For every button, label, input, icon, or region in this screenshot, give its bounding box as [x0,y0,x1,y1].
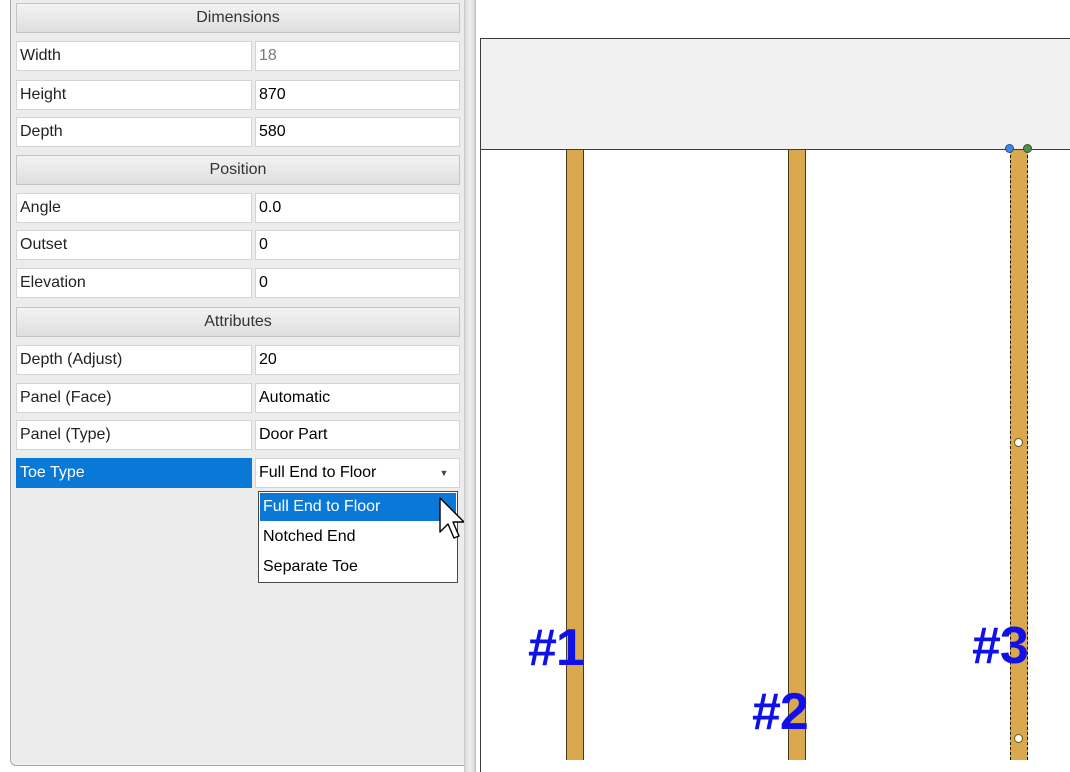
panel-tag-1: #1 [528,619,585,677]
property-label-height[interactable]: Height [16,80,252,110]
property-value-depth-adjust[interactable]: 20 [255,345,460,375]
property-value-depth[interactable]: 580 [255,117,460,147]
property-label-outset[interactable]: Outset [16,230,252,260]
property-label-panel-face[interactable]: Panel (Face) [16,383,252,413]
chevron-down-icon[interactable]: ▼ [437,459,451,487]
section-header-dimensions[interactable]: Dimensions [16,3,460,33]
property-label-elevation[interactable]: Elevation [16,268,252,298]
property-label-depth[interactable]: Depth [16,117,252,147]
cabinet-left-edge-line [480,150,481,772]
toe-type-selected-value: Full End to Floor [259,464,377,481]
selection-handle-blue[interactable] [1005,144,1014,153]
selection-handle-bottom[interactable] [1014,734,1023,743]
property-label-angle[interactable]: Angle [16,193,252,223]
property-label-depth-adjust[interactable]: Depth (Adjust) [16,345,252,375]
cabinet-top-panel[interactable] [480,38,1070,150]
property-value-panel-type[interactable]: Door Part [255,420,460,450]
property-label-toe-type[interactable]: Toe Type [16,458,252,488]
selection-handle-mid[interactable] [1014,438,1023,447]
selection-handle-green[interactable] [1023,144,1032,153]
property-label-width[interactable]: Width [16,41,252,71]
property-value-angle[interactable]: 0.0 [255,193,460,223]
property-value-height[interactable]: 870 [255,80,460,110]
toe-type-combobox[interactable]: Full End to Floor ▼ [255,458,460,488]
panel-tag-3: #3 [972,617,1029,675]
panel-splitter[interactable] [464,0,476,772]
dropdown-option-full-end-to-floor[interactable]: Full End to Floor [260,493,456,521]
toe-type-dropdown-list: Full End to Floor Notched End Separate T… [258,491,458,583]
property-label-panel-type[interactable]: Panel (Type) [16,420,252,450]
dropdown-option-separate-toe[interactable]: Separate Toe [260,553,456,581]
property-value-elevation[interactable]: 0 [255,268,460,298]
panel-tag-2: #2 [752,683,809,741]
section-header-position[interactable]: Position [16,155,460,185]
end-panel-2[interactable] [788,150,806,760]
property-value-panel-face[interactable]: Automatic [255,383,460,413]
property-value-width: 18 [255,41,460,71]
section-header-attributes[interactable]: Attributes [16,307,460,337]
property-value-outset[interactable]: 0 [255,230,460,260]
dropdown-option-notched-end[interactable]: Notched End [260,523,456,551]
